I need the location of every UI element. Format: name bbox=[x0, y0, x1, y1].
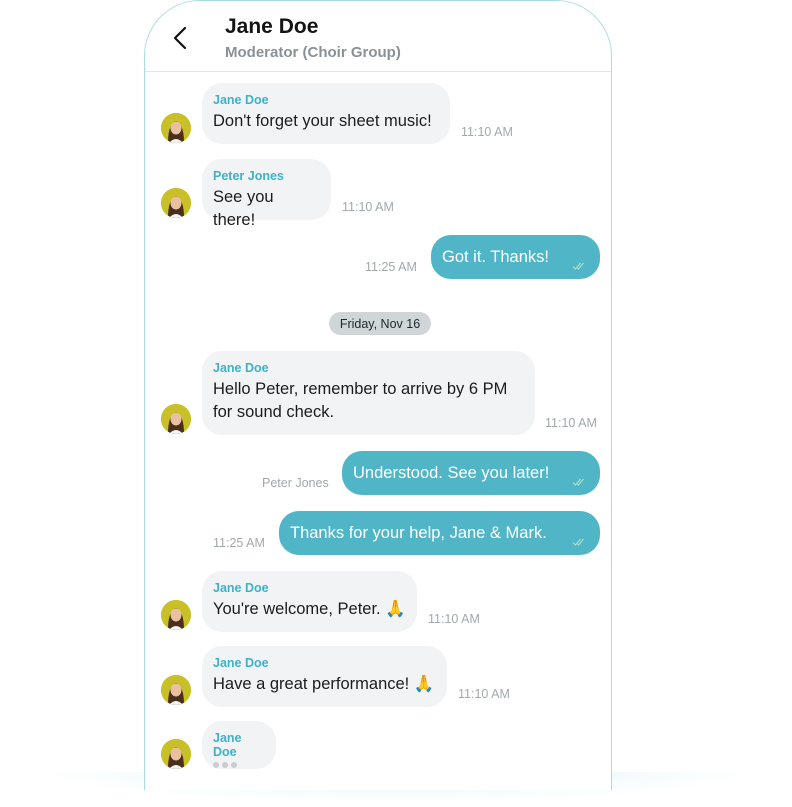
double-check-icon bbox=[572, 478, 584, 486]
typing-dots-icon bbox=[213, 762, 265, 768]
message-bubble-incoming[interactable]: Jane Doe Don't forget your sheet music! bbox=[202, 83, 450, 144]
message-author-label: Peter Jones bbox=[262, 476, 329, 490]
avatar[interactable] bbox=[161, 404, 191, 434]
typing-indicator-bubble: Jane Doe bbox=[202, 721, 276, 769]
chat-header: Jane Doe Moderator (Choir Group) bbox=[145, 1, 611, 72]
message-time: 11:10 AM bbox=[458, 687, 510, 701]
message-sender: Jane Doe bbox=[213, 731, 242, 759]
contact-name: Jane Doe bbox=[225, 15, 319, 38]
message-sender: Jane Doe bbox=[213, 656, 269, 670]
message-text: Thanks for your help, Jane & Mark. bbox=[290, 524, 547, 542]
date-separator: Friday, Nov 16 bbox=[329, 312, 431, 335]
avatar[interactable] bbox=[161, 739, 191, 769]
message-bubble-outgoing[interactable]: Thanks for your help, Jane & Mark. bbox=[279, 511, 600, 555]
message-text: You're welcome, Peter. 🙏 bbox=[213, 600, 406, 618]
user-avatar-icon bbox=[161, 600, 191, 630]
message-sender: Peter Jones bbox=[213, 169, 284, 183]
avatar[interactable] bbox=[161, 600, 191, 630]
user-avatar-icon bbox=[161, 739, 191, 769]
double-check-icon bbox=[572, 262, 584, 270]
chat-screen: Jane Doe Moderator (Choir Group) Jane Do… bbox=[144, 0, 612, 790]
message-bubble-incoming[interactable]: Peter Jones See you there! bbox=[202, 159, 331, 229]
message-text: Have a great performance! 🙏 bbox=[213, 675, 435, 693]
user-avatar-icon bbox=[161, 113, 191, 143]
message-time: 11:10 AM bbox=[342, 200, 394, 214]
user-avatar-icon bbox=[161, 675, 191, 705]
message-time: 11:10 AM bbox=[428, 612, 480, 626]
avatar[interactable] bbox=[161, 188, 191, 218]
message-text: Don't forget your sheet music! bbox=[213, 112, 432, 130]
message-bubble-incoming[interactable]: Jane Doe Hello Peter, remember to arrive… bbox=[202, 351, 535, 435]
contact-role: Moderator (Choir Group) bbox=[225, 44, 401, 61]
message-time: 11:10 AM bbox=[461, 125, 513, 139]
chevron-left-icon bbox=[173, 26, 187, 50]
message-bubble-outgoing[interactable]: Understood. See you later! bbox=[342, 451, 600, 495]
message-time: 11:10 AM bbox=[545, 416, 597, 430]
message-sender: Jane Doe bbox=[213, 581, 269, 595]
message-sender: Jane Doe bbox=[213, 93, 269, 107]
message-text: Hello Peter, remember to arrive by 6 PM … bbox=[213, 380, 508, 421]
double-check-icon bbox=[572, 538, 584, 546]
message-text: Got it. Thanks! bbox=[442, 248, 549, 266]
avatar[interactable] bbox=[161, 113, 191, 143]
message-sender: Jane Doe bbox=[213, 361, 269, 375]
user-avatar-icon bbox=[161, 404, 191, 434]
message-time: 11:25 AM bbox=[213, 536, 265, 550]
user-avatar-icon bbox=[161, 188, 191, 218]
message-bubble-outgoing[interactable]: Got it. Thanks! bbox=[431, 235, 600, 279]
message-text: Understood. See you later! bbox=[353, 464, 550, 482]
message-bubble-incoming[interactable]: Jane Doe You're welcome, Peter. 🙏 bbox=[202, 571, 417, 632]
message-time: 11:25 AM bbox=[365, 260, 417, 274]
back-button[interactable] bbox=[167, 25, 193, 51]
message-bubble-incoming[interactable]: Jane Doe Have a great performance! 🙏 bbox=[202, 646, 447, 707]
avatar[interactable] bbox=[161, 675, 191, 705]
message-text: See you there! bbox=[213, 188, 274, 229]
